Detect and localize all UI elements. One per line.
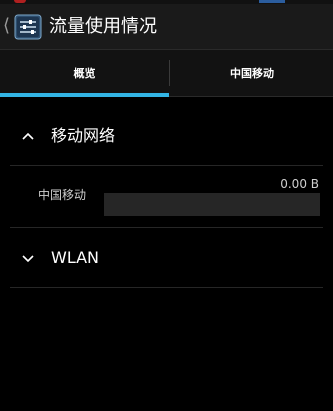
page-title: 流量使用情况 <box>49 16 157 37</box>
mobile-network-label: 移动网络 <box>51 126 116 145</box>
chevron-up-icon <box>20 128 36 144</box>
tab-overview[interactable]: 概览 <box>0 50 169 96</box>
mobile-network-section-header[interactable]: 移动网络 <box>0 114 333 158</box>
back-chevron-icon[interactable]: ⟨ <box>3 12 10 40</box>
data-usage-settings-icon[interactable] <box>14 13 42 41</box>
chevron-down-icon <box>20 250 36 266</box>
data-usage-screen: ⟨ 流量使用情况 概览 中国移动 移动网络 中国移动 0.00 B WLAN <box>0 0 333 411</box>
divider <box>10 287 323 288</box>
carrier-usage-row[interactable]: 中国移动 0.00 B <box>0 170 333 222</box>
wlan-section-header[interactable]: WLAN <box>0 236 333 280</box>
tab-divider <box>169 60 170 86</box>
carrier-usage-value: 0.00 B <box>280 177 319 191</box>
carrier-name: 中国移动 <box>38 188 87 202</box>
tab-bar: 概览 中国移动 <box>0 50 333 97</box>
notification-icon <box>14 0 26 3</box>
selected-tab-indicator <box>0 93 169 97</box>
divider <box>10 165 323 166</box>
tab-china-mobile-label: 中国移动 <box>230 67 274 80</box>
tab-china-mobile[interactable]: 中国移动 <box>171 50 333 96</box>
usage-bar <box>104 193 320 216</box>
divider <box>10 227 323 228</box>
signal-icon <box>259 0 285 3</box>
action-bar: ⟨ 流量使用情况 <box>0 4 333 50</box>
tab-overview-label: 概览 <box>73 67 96 80</box>
wlan-label: WLAN <box>51 248 100 267</box>
